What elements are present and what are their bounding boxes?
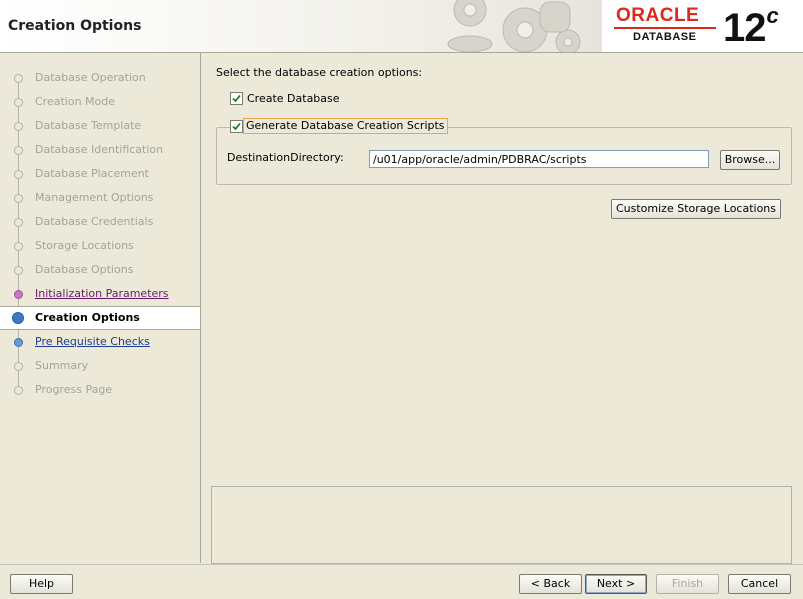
step-dot-icon xyxy=(14,146,23,155)
step-dot-icon xyxy=(14,122,23,131)
step-dot-icon xyxy=(14,362,23,371)
logo-brand: ORACLE xyxy=(616,5,700,26)
step-dot-icon xyxy=(14,194,23,203)
footer-divider xyxy=(0,564,803,565)
step-database-identification: Database Identification xyxy=(0,138,200,162)
step-storage-locations: Storage Locations xyxy=(0,234,200,258)
generate-scripts-checkbox[interactable] xyxy=(230,120,243,133)
gears-graphic xyxy=(440,0,590,52)
step-label: Database Template xyxy=(35,119,142,132)
page-title: Creation Options xyxy=(8,18,142,34)
header-banner: Creation Options ORACLE DATABASE 12c xyxy=(0,0,803,53)
finish-button[interactable]: Finish xyxy=(656,574,719,594)
logo-rule xyxy=(614,27,716,29)
generate-scripts-text: Generate Database Creation Scripts xyxy=(246,119,445,132)
step-summary: Summary xyxy=(0,354,200,378)
logo-version-suffix: c xyxy=(766,3,779,28)
step-label: Database Identification xyxy=(35,143,164,156)
step-creation-options: Creation Options xyxy=(0,306,200,330)
step-label[interactable]: Initialization Parameters xyxy=(35,287,169,300)
checkmark-icon xyxy=(232,94,241,103)
logo-product: DATABASE xyxy=(633,31,697,43)
step-dot-icon xyxy=(14,242,23,251)
step-label: Creation Mode xyxy=(35,95,116,108)
step-label: Summary xyxy=(35,359,89,372)
step-dot-icon xyxy=(14,74,23,83)
checkmark-icon xyxy=(232,122,241,131)
destination-directory-input[interactable] xyxy=(369,150,709,168)
step-database-credentials: Database Credentials xyxy=(0,210,200,234)
wizard-steps-sidebar: Database Operation Creation Mode Databas… xyxy=(0,53,201,563)
step-dot-icon xyxy=(14,290,23,299)
step-dot-icon xyxy=(14,338,23,347)
step-dot-icon xyxy=(14,266,23,275)
message-panel xyxy=(211,486,792,564)
step-label: Database Credentials xyxy=(35,215,154,228)
back-button[interactable]: < Back xyxy=(519,574,582,594)
step-label: Management Options xyxy=(35,191,154,204)
step-label: Progress Page xyxy=(35,383,113,396)
step-database-template: Database Template xyxy=(0,114,200,138)
step-dot-icon xyxy=(14,386,23,395)
step-label: Database Options xyxy=(35,263,134,276)
step-creation-mode: Creation Mode xyxy=(0,90,200,114)
cancel-button[interactable]: Cancel xyxy=(728,574,791,594)
help-button[interactable]: Help xyxy=(10,574,73,594)
browse-button[interactable]: Browse... xyxy=(720,150,780,170)
step-management-options: Management Options xyxy=(0,186,200,210)
step-dot-icon xyxy=(14,218,23,227)
step-current-dot-icon xyxy=(12,312,24,324)
step-progress-page: Progress Page xyxy=(0,378,200,402)
step-database-operation: Database Operation xyxy=(0,66,200,90)
intro-text: Select the database creation options: xyxy=(216,66,423,79)
destination-directory-label: DestinationDirectory: xyxy=(227,151,344,164)
create-database-checkbox[interactable] xyxy=(230,92,243,105)
step-database-options: Database Options xyxy=(0,258,200,282)
generate-scripts-label[interactable]: Generate Database Creation Scripts xyxy=(243,118,448,134)
step-label: Creation Options xyxy=(35,311,140,324)
step-dot-icon xyxy=(14,98,23,107)
step-dot-icon xyxy=(14,170,23,179)
step-initialization-parameters[interactable]: Initialization Parameters xyxy=(0,282,200,306)
logo-version: 12c xyxy=(723,3,779,51)
step-database-placement: Database Placement xyxy=(0,162,200,186)
logo-version-number: 12 xyxy=(723,6,766,50)
step-label: Database Placement xyxy=(35,167,149,180)
step-label: Database Operation xyxy=(35,71,146,84)
step-label: Storage Locations xyxy=(35,239,134,252)
step-pre-requisite-checks[interactable]: Pre Requisite Checks xyxy=(0,330,200,354)
next-button[interactable]: Next > xyxy=(585,574,647,594)
customize-storage-locations-button[interactable]: Customize Storage Locations xyxy=(611,199,781,219)
step-label[interactable]: Pre Requisite Checks xyxy=(35,335,150,348)
oracle-logo: ORACLE DATABASE 12c xyxy=(602,0,803,52)
create-database-label[interactable]: Create Database xyxy=(247,92,340,105)
